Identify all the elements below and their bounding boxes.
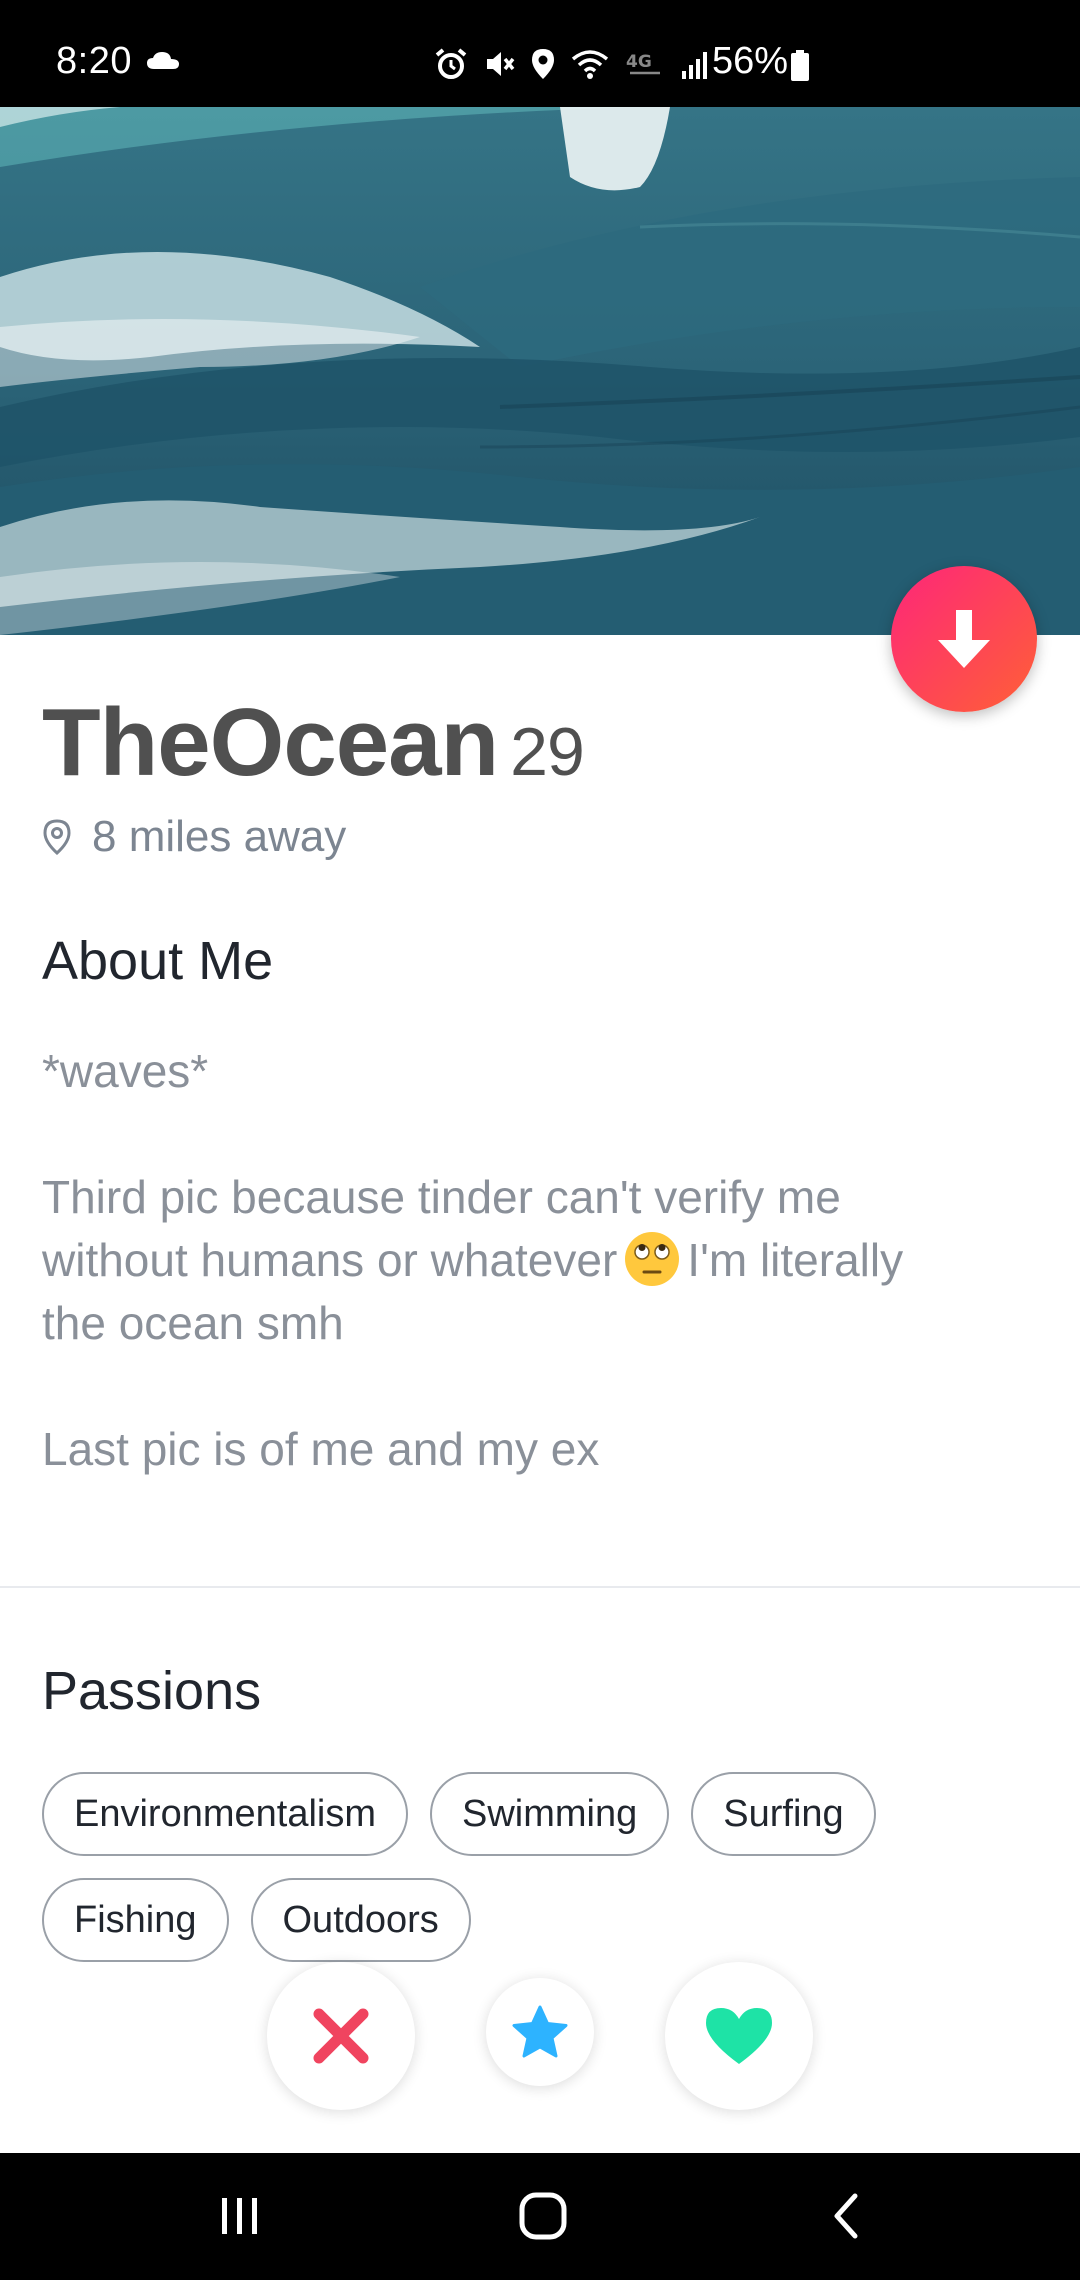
profile-photo[interactable] — [0, 107, 1080, 635]
back-icon — [834, 2193, 858, 2239]
profile-age: 29 — [510, 714, 585, 790]
about-text-segment: I'm literally — [687, 1234, 904, 1286]
cloud-icon — [147, 52, 179, 69]
home-button[interactable] — [503, 2183, 583, 2249]
section-divider — [0, 1586, 1080, 1588]
recents-icon — [222, 2198, 257, 2234]
mute-icon — [487, 52, 515, 76]
swipe-actions — [0, 1962, 1080, 2110]
about-text: *waves* Third pic because tinder can't v… — [42, 1040, 1022, 1481]
eye-roll-emoji-icon — [625, 1232, 680, 1286]
about-line: the ocean smh — [42, 1297, 344, 1349]
passion-chip: Surfing — [691, 1772, 876, 1856]
about-title: About Me — [42, 931, 274, 991]
alarm-icon — [435, 48, 467, 79]
about-line: *waves* — [42, 1045, 209, 1097]
status-bar: 8:20 4G 56% — [0, 0, 1080, 107]
collapse-profile-button[interactable] — [891, 566, 1037, 712]
system-nav-bar — [0, 2153, 1080, 2280]
passions-list: Environmentalism Swimming Surfing Fishin… — [42, 1772, 1042, 1962]
signal-icon — [682, 52, 707, 79]
recents-button[interactable] — [200, 2183, 280, 2249]
passions-title: Passions — [42, 1661, 262, 1721]
passion-chip: Swimming — [430, 1772, 670, 1856]
nope-button[interactable] — [267, 1962, 415, 2110]
like-button[interactable] — [665, 1962, 813, 2110]
distance-text: 8 miles away — [92, 812, 347, 861]
heart-icon — [706, 2008, 772, 2064]
arrow-down-icon — [938, 610, 990, 668]
passion-chip: Outdoors — [250, 1878, 471, 1962]
back-button[interactable] — [806, 2183, 886, 2249]
data-icon: 4G — [626, 52, 660, 75]
about-line: without humans or whatever I'm literally — [42, 1229, 1022, 1292]
status-icons: 4G — [434, 44, 714, 84]
profile-name-row: TheOcean 29 — [42, 688, 585, 798]
about-line: Last pic is of me and my ex — [42, 1423, 600, 1475]
battery-icon — [791, 50, 809, 81]
wifi-icon — [571, 50, 609, 79]
home-icon — [519, 2192, 567, 2240]
star-icon — [512, 2005, 568, 2058]
status-time: 8:20 — [56, 40, 132, 82]
ocean-wave-photo — [0, 107, 1080, 635]
about-text-segment: without humans or whatever — [42, 1234, 618, 1286]
passion-chip: Environmentalism — [42, 1772, 408, 1856]
profile-name: TheOcean — [42, 689, 499, 796]
battery-percent: 56% — [712, 40, 789, 82]
svg-text:4G: 4G — [626, 52, 652, 72]
distance-row: 8 miles away — [42, 812, 346, 862]
close-icon — [313, 2008, 369, 2064]
about-line: Third pic because tinder can't verify me — [42, 1171, 841, 1223]
super-like-button[interactable] — [486, 1978, 594, 2086]
passion-chip: Fishing — [42, 1878, 229, 1962]
location-icon — [532, 49, 554, 79]
location-pin-icon — [43, 819, 71, 856]
